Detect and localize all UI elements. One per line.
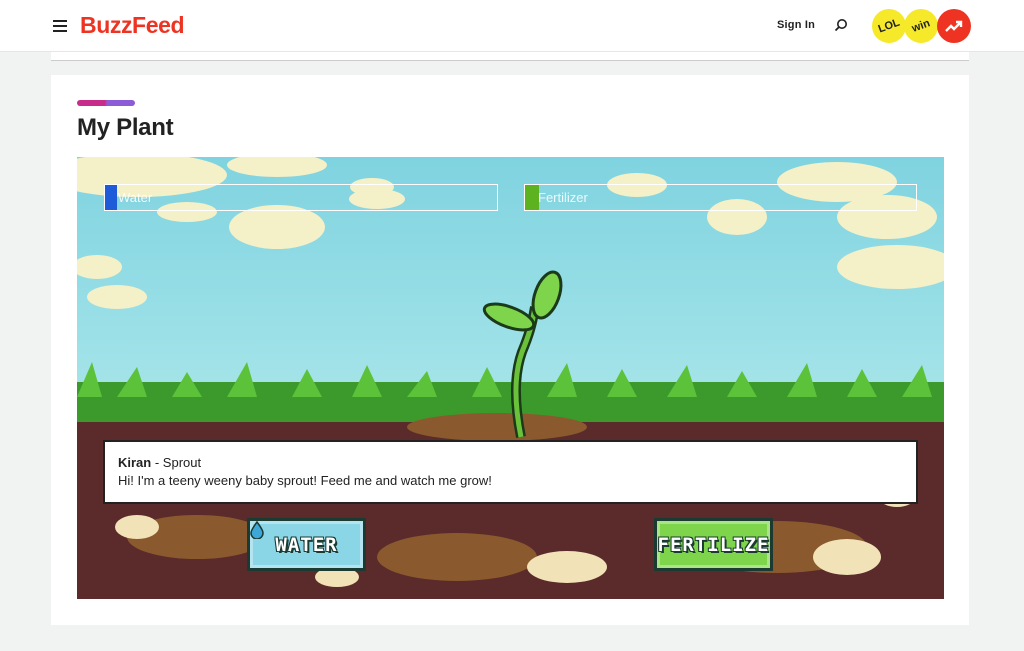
- water-meter: Water: [104, 184, 498, 211]
- water-meter-fill: [105, 185, 117, 210]
- dialog-message: Hi! I'm a teeny weeny baby sprout! Feed …: [118, 473, 492, 488]
- sign-in-link[interactable]: Sign In: [777, 19, 815, 31]
- fertilizer-meter: Fertilizer: [524, 184, 917, 211]
- fertilizer-meter-fill: [525, 185, 539, 210]
- speaker-name: Kiran: [118, 455, 152, 470]
- scene-illustration: [77, 157, 944, 599]
- site-header: BuzzFeed Sign In LOL win: [0, 0, 1024, 52]
- plant-game-scene[interactable]: Water Fertilizer Kiran - Sprout Hi! I'm …: [77, 157, 944, 599]
- buzzfeed-logo[interactable]: BuzzFeed: [80, 12, 185, 39]
- hamburger-menu-icon[interactable]: [53, 20, 67, 32]
- fertilizer-meter-label: Fertilizer: [538, 190, 588, 205]
- dialog-header: Kiran - Sprout: [118, 455, 903, 470]
- page-title: My Plant: [77, 114, 174, 141]
- trending-icon[interactable]: [937, 9, 971, 43]
- dialog-box: Kiran - Sprout Hi! I'm a teeny weeny bab…: [103, 440, 918, 504]
- fertilize-button-label: FERTILIZE: [657, 533, 770, 556]
- water-meter-label: Water: [118, 190, 153, 205]
- water-drop-icon: [250, 521, 264, 539]
- search-icon[interactable]: [834, 18, 848, 32]
- water-button[interactable]: WATER: [247, 518, 366, 571]
- water-button-label: WATER: [275, 533, 338, 556]
- quiz-card: My Plant Water Fertilizer Kiran - Sprout…: [51, 75, 969, 625]
- content-strip: [51, 52, 969, 61]
- title-accent-bar: [77, 100, 135, 106]
- plant-stage: - Sprout: [151, 455, 202, 470]
- fertilize-button[interactable]: FERTILIZE: [654, 518, 773, 571]
